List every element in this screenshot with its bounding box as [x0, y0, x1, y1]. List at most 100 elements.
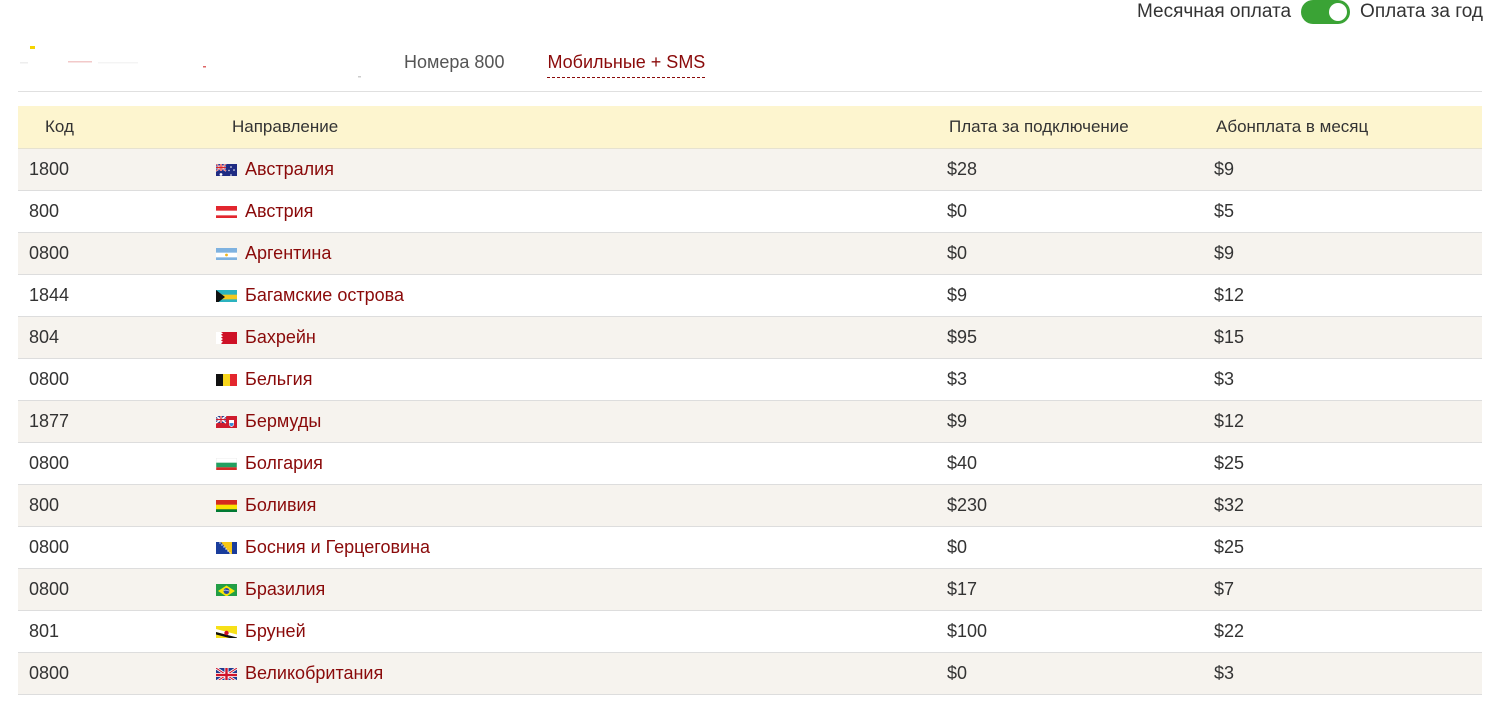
table-row: 0800 Болгария $40 $25 — [18, 442, 1482, 484]
direction-cell: Великобритания — [206, 652, 939, 694]
country-link[interactable]: Бразилия — [245, 579, 325, 600]
direction-cell: Боливия — [206, 484, 939, 526]
monthly-fee: $12 — [1214, 284, 1245, 305]
country-link[interactable]: Бельгия — [245, 369, 312, 390]
table-row: 804 Бахрейн $95 $15 — [18, 316, 1482, 358]
monthly-fee: $25 — [1214, 536, 1245, 557]
country-link-group[interactable]: Босния и Герцеговина — [216, 537, 939, 558]
dial-code: 0800 — [29, 662, 70, 683]
connection-fee: $0 — [947, 536, 968, 557]
dial-code: 0800 — [29, 452, 70, 473]
country-link[interactable]: Бруней — [245, 621, 306, 642]
switch-knob — [1329, 3, 1348, 21]
category-tabs: Номера 800 Мобильные + SMS — [404, 52, 706, 78]
country-link[interactable]: Багамские острова — [245, 285, 404, 306]
direction-cell: Австрия — [206, 190, 939, 232]
ba-flag-icon — [216, 540, 237, 554]
dial-code: 800 — [29, 494, 60, 515]
country-link[interactable]: Великобритания — [245, 663, 383, 684]
country-link[interactable]: Австрия — [245, 201, 313, 222]
table-row: 0800 Великобритания $0 $3 — [18, 652, 1482, 694]
monthly-fee: $3 — [1214, 662, 1235, 683]
direction-cell: Аргентина — [206, 232, 939, 274]
connection-fee: $95 — [947, 326, 978, 347]
connection-fee: $17 — [947, 578, 978, 599]
country-link-group[interactable]: Бельгия — [216, 369, 939, 390]
dial-code: 0800 — [29, 536, 70, 557]
connection-fee: $100 — [947, 620, 988, 641]
bm-flag-icon — [216, 414, 237, 428]
bg-flag-icon — [216, 456, 237, 470]
br-flag-icon — [216, 582, 237, 596]
country-link[interactable]: Аргентина — [245, 243, 331, 264]
table-row: 0800 Аргентина $0 $9 — [18, 232, 1482, 274]
table-row: 800 Австрия $0 $5 — [18, 190, 1482, 232]
dial-code: 0800 — [29, 578, 70, 599]
tab-mobile-sms[interactable]: Мобильные + SMS — [547, 52, 706, 78]
monthly-fee: $9 — [1214, 158, 1235, 179]
dial-code: 801 — [29, 620, 60, 641]
bs-flag-icon — [216, 288, 237, 302]
monthly-fee: $7 — [1214, 578, 1235, 599]
direction-cell: Австралия — [206, 148, 939, 190]
country-link[interactable]: Боливия — [245, 495, 316, 516]
column-header-code: Код — [18, 106, 206, 149]
table-header-row: Код Направление Плата за подключение Або… — [18, 106, 1482, 149]
connection-fee: $0 — [947, 242, 968, 263]
dial-code: 0800 — [29, 242, 70, 263]
table-row: 800 Боливия $230 $32 — [18, 484, 1482, 526]
table-row: 0800 Бельгия $3 $3 — [18, 358, 1482, 400]
table-row: 1877 Бермуды $9 $12 — [18, 400, 1482, 442]
country-link-group[interactable]: Бразилия — [216, 579, 939, 600]
connection-fee: $230 — [947, 494, 988, 515]
monthly-fee: $3 — [1214, 368, 1235, 389]
monthly-fee: $12 — [1214, 410, 1245, 431]
direction-cell: Бахрейн — [206, 316, 939, 358]
bo-flag-icon — [216, 498, 237, 512]
monthly-billing-label[interactable]: Месячная оплата — [1137, 1, 1291, 23]
direction-cell: Бруней — [206, 610, 939, 652]
country-link-group[interactable]: Боливия — [216, 495, 939, 516]
column-header-connection-fee: Плата за подключение — [939, 106, 1206, 149]
connection-fee: $3 — [947, 368, 968, 389]
country-link[interactable]: Босния и Герцеговина — [245, 537, 430, 558]
connection-fee: $0 — [947, 200, 968, 221]
at-flag-icon — [216, 204, 237, 218]
direction-cell: Бельгия — [206, 358, 939, 400]
direction-cell: Босния и Герцеговина — [206, 526, 939, 568]
monthly-fee: $32 — [1214, 494, 1245, 515]
country-link-group[interactable]: Австрия — [216, 201, 939, 222]
tab-toll-free[interactable]: Номера 800 — [404, 52, 504, 78]
direction-cell: Бразилия — [206, 568, 939, 610]
gb-flag-icon — [216, 666, 237, 680]
dial-code: 0800 — [29, 368, 70, 389]
be-flag-icon — [216, 372, 237, 386]
column-header-direction: Направление — [206, 106, 939, 149]
country-link[interactable]: Бахрейн — [245, 327, 316, 348]
billing-period-toggle: Месячная оплата Оплата за год — [1137, 0, 1483, 24]
billing-period-switch[interactable] — [1301, 0, 1351, 24]
country-link-group[interactable]: Багамские острова — [216, 285, 939, 306]
country-link-group[interactable]: Аргентина — [216, 243, 939, 264]
country-link-group[interactable]: Бахрейн — [216, 327, 939, 348]
country-link[interactable]: Бермуды — [245, 411, 321, 432]
direction-cell: Багамские острова — [206, 274, 939, 316]
country-link-group[interactable]: Великобритания — [216, 663, 939, 684]
bh-flag-icon — [216, 330, 237, 344]
yearly-billing-label[interactable]: Оплата за год — [1360, 1, 1483, 23]
connection-fee: $0 — [947, 662, 968, 683]
tabs-divider — [18, 91, 1482, 92]
country-link[interactable]: Австралия — [245, 159, 334, 180]
country-link-group[interactable]: Бруней — [216, 621, 939, 642]
company-logo[interactable] — [18, 44, 368, 80]
au-flag-icon — [216, 162, 237, 176]
dial-code: 1877 — [29, 410, 70, 431]
table-row: 1844 Багамские острова $9 $12 — [18, 274, 1482, 316]
monthly-fee: $15 — [1214, 326, 1245, 347]
country-link-group[interactable]: Австралия — [216, 159, 939, 180]
country-link-group[interactable]: Болгария — [216, 453, 939, 474]
country-link[interactable]: Болгария — [245, 453, 323, 474]
connection-fee: $28 — [947, 158, 978, 179]
table-row: 801 Бруней $100 $22 — [18, 610, 1482, 652]
country-link-group[interactable]: Бермуды — [216, 411, 939, 432]
